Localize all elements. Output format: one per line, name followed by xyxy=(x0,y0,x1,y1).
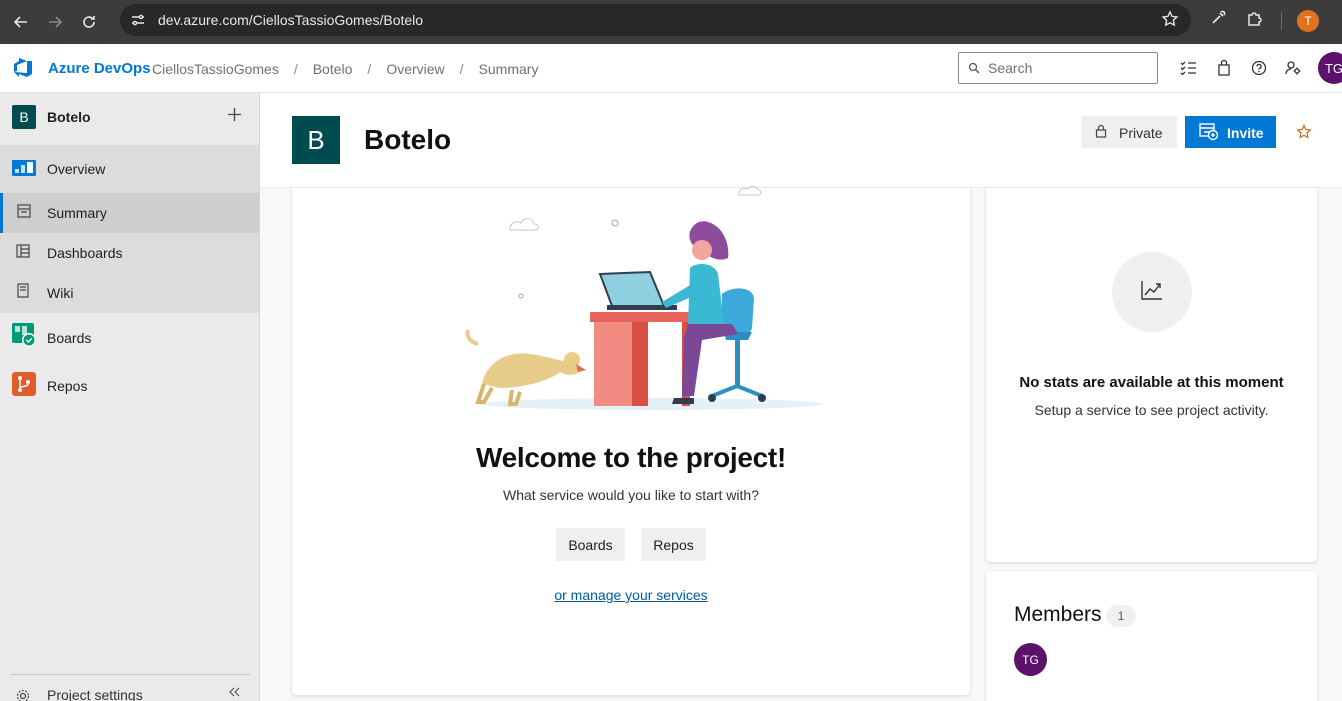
sidebar-item-overview[interactable]: Overview xyxy=(0,145,259,193)
extensions-icon[interactable] xyxy=(1245,9,1265,34)
help-icon[interactable] xyxy=(1251,60,1267,81)
project-settings-label: Project settings xyxy=(47,687,143,701)
back-icon[interactable] xyxy=(8,9,34,35)
browser-profile-avatar[interactable]: T xyxy=(1297,10,1319,32)
sidebar-item-summary[interactable]: Summary xyxy=(0,193,259,233)
search-placeholder: Search xyxy=(988,60,1033,76)
welcome-subtitle: What service would you like to start wit… xyxy=(503,487,759,503)
project-badge: B xyxy=(12,105,36,129)
members-count-badge: 1 xyxy=(1106,605,1136,627)
breadcrumb-summary[interactable]: Summary xyxy=(479,61,539,77)
sidebar-item-label: Summary xyxy=(47,205,107,221)
invite-users-icon xyxy=(1199,123,1219,146)
stats-placeholder xyxy=(1112,252,1192,332)
manage-services-link: or manage your services xyxy=(292,587,970,603)
azure-devops-logo-icon[interactable] xyxy=(12,57,34,84)
welcome-card: Welcome to the project! What service wou… xyxy=(292,186,970,695)
dashboards-icon xyxy=(16,243,30,263)
bookmark-star-icon[interactable] xyxy=(1161,10,1179,33)
browser-toolbar: dev.azure.com/CiellosTassioGomes/Botelo … xyxy=(0,0,1342,44)
gear-icon xyxy=(16,689,30,701)
sidebar-item-repos[interactable]: Repos xyxy=(0,365,259,407)
wiki-icon xyxy=(17,283,29,303)
member-avatar[interactable]: TG xyxy=(1014,643,1047,676)
no-stats-subtitle: Setup a service to see project activity. xyxy=(1034,402,1269,418)
private-label: Private xyxy=(1119,125,1163,141)
breadcrumb-project[interactable]: Botelo xyxy=(313,61,353,77)
breadcrumb-overview[interactable]: Overview xyxy=(386,61,444,77)
search-input[interactable]: Search xyxy=(958,52,1158,84)
eyedropper-icon[interactable] xyxy=(1209,9,1227,32)
add-icon[interactable] xyxy=(228,104,241,127)
sidebar-item-boards[interactable]: Boards xyxy=(0,317,259,359)
no-stats-title: No stats are available at this moment xyxy=(1019,374,1284,391)
sidebar-item-label: Boards xyxy=(47,330,92,346)
left-sidebar: B Botelo Overview Summary Dashboards Wik… xyxy=(0,93,260,701)
page-title: Botelo xyxy=(364,124,452,155)
overview-icon xyxy=(12,156,36,183)
site-info-icon[interactable] xyxy=(128,10,148,30)
lock-icon xyxy=(1095,124,1107,143)
breadcrumb: CiellosTassioGomes / Botelo / Overview /… xyxy=(152,61,538,77)
work-items-icon[interactable] xyxy=(1180,60,1197,81)
ado-topbar: Azure DevOps CiellosTassioGomes / Botelo… xyxy=(0,44,1342,93)
user-avatar[interactable]: TG xyxy=(1318,52,1342,84)
sidebar-item-dashboards[interactable]: Dashboards xyxy=(0,233,259,273)
search-icon xyxy=(968,62,980,74)
members-title: Members xyxy=(1014,603,1102,626)
breadcrumb-org[interactable]: CiellosTassioGomes xyxy=(152,61,279,77)
manage-services-link-text[interactable]: or manage your services xyxy=(554,587,707,603)
project-avatar: B xyxy=(292,116,340,164)
forward-icon[interactable] xyxy=(42,9,68,35)
private-button[interactable]: Private xyxy=(1081,116,1177,148)
marketplace-bag-icon[interactable] xyxy=(1217,59,1231,81)
reload-icon[interactable] xyxy=(76,9,102,35)
welcome-title: Welcome to the project! xyxy=(476,442,786,473)
project-name[interactable]: Botelo xyxy=(47,109,91,125)
sidebar-item-label: Wiki xyxy=(47,285,74,301)
url-text[interactable]: dev.azure.com/CiellosTassioGomes/Botelo xyxy=(158,12,423,28)
start-repos-button[interactable]: Repos xyxy=(641,528,706,561)
project-settings-link[interactable]: Project settings xyxy=(0,687,259,701)
breadcrumb-separator: / xyxy=(293,61,298,77)
sidebar-item-label: Repos xyxy=(47,378,88,394)
invite-label: Invite xyxy=(1227,125,1264,141)
summary-icon xyxy=(17,203,31,223)
project-header: B Botelo Private Invite xyxy=(260,93,1342,188)
breadcrumb-separator: / xyxy=(459,61,464,77)
repos-icon xyxy=(12,371,36,401)
start-boards-button[interactable]: Boards xyxy=(556,528,625,561)
user-settings-icon[interactable] xyxy=(1285,60,1302,81)
sidebar-divider xyxy=(10,674,250,675)
members-card: Members 1 TG xyxy=(986,571,1317,701)
trend-chart-icon xyxy=(1141,280,1163,305)
breadcrumb-separator: / xyxy=(367,61,372,77)
address-bar[interactable]: dev.azure.com/CiellosTassioGomes/Botelo xyxy=(120,4,1191,36)
favorite-star-icon[interactable] xyxy=(1296,124,1312,145)
sidebar-item-label: Dashboards xyxy=(47,245,123,261)
toolbar-divider xyxy=(1281,12,1282,30)
boards-icon xyxy=(12,323,37,353)
brand-link[interactable]: Azure DevOps xyxy=(48,60,151,77)
sidebar-item-label: Overview xyxy=(47,161,106,177)
collapse-sidebar-icon[interactable] xyxy=(228,685,240,701)
invite-button[interactable]: Invite xyxy=(1185,116,1276,148)
welcome-illustration xyxy=(465,186,822,410)
stats-card: No stats are available at this moment Se… xyxy=(986,188,1317,562)
sidebar-item-wiki[interactable]: Wiki xyxy=(0,273,259,313)
project-switcher[interactable]: B Botelo xyxy=(0,93,259,140)
